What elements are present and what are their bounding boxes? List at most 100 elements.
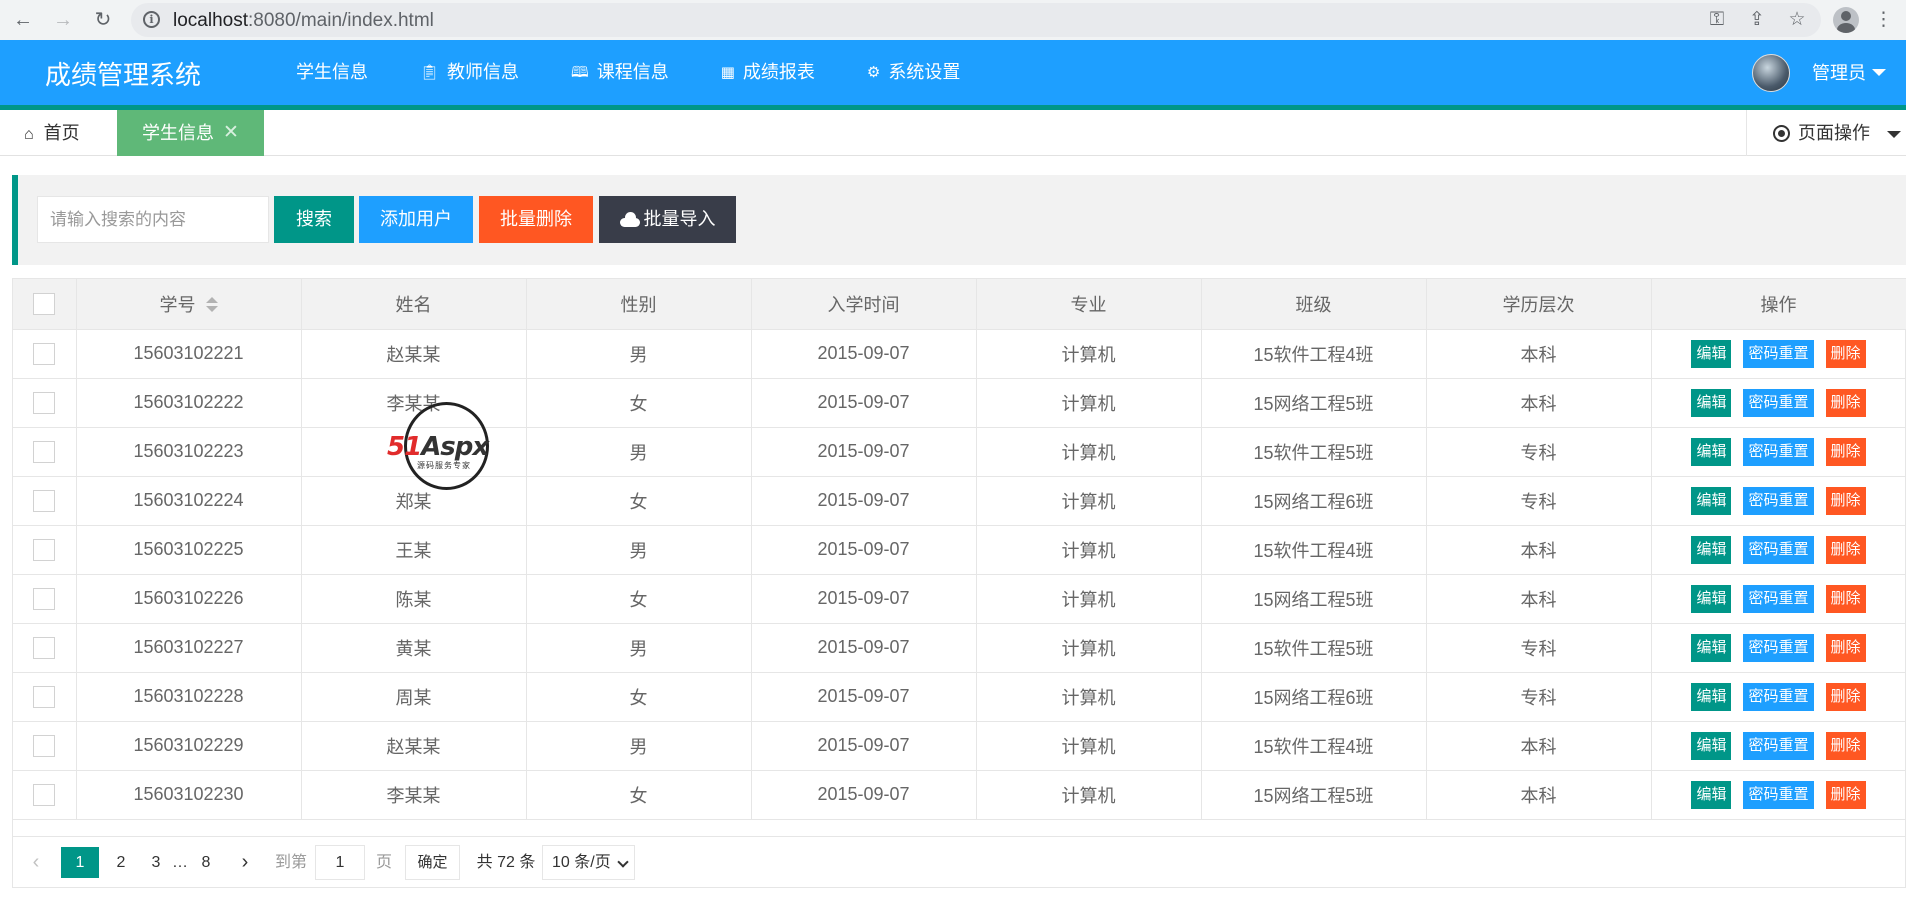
table-row: 15603102229 赵某某男 2015-09-07 计算机 15软件工程4班 本科 编辑… [13,721,1906,771]
cell-enroll-date: 2015-09-07 [751,476,977,526]
delete-button[interactable]: 删除 [1825,731,1866,760]
next-page-icon[interactable]: › [234,847,256,878]
cell-class-name: 15网络工程5班 [1201,770,1427,820]
cell-actions: 编辑 密码重置 删除 [1651,378,1906,428]
page-8[interactable]: 8 [193,847,219,878]
row-checkbox[interactable] [33,391,56,414]
delete-button[interactable]: 删除 [1825,682,1866,711]
page-1[interactable]: 1 [61,847,99,878]
cell-degree: 专科 [1426,476,1652,526]
page-unit-label: 页 [375,854,392,871]
edit-button[interactable]: 编辑 [1691,486,1732,515]
reset-password-button[interactable]: 密码重置 [1743,633,1814,662]
edit-button[interactable]: 编辑 [1691,535,1732,564]
sort-icon[interactable] [205,296,218,313]
prev-page-icon[interactable]: ‹ [26,847,46,878]
nav-course-info[interactable]: 🕮 课程信息 [545,40,695,105]
edit-button[interactable]: 编辑 [1691,633,1732,662]
nav-grade-report[interactable]: ▦ 成绩报表 [695,40,841,105]
row-checkbox[interactable] [33,636,56,659]
clipboard-icon: 📋︎ [420,64,440,81]
cell-student-name: 赵某某 [301,721,527,771]
forward-arrow-icon[interactable]: → [49,6,77,34]
radio-dot-icon [1773,125,1790,142]
batch-import-button[interactable]: 批量导入 [599,196,736,243]
page-3[interactable]: 3 [142,847,170,878]
cell-degree: 专科 [1426,672,1652,722]
tab-student-info[interactable]: 学生信息 ✕ [117,110,264,156]
reset-password-button[interactable]: 密码重置 [1743,339,1814,368]
reset-password-button[interactable]: 密码重置 [1743,584,1814,613]
add-user-button[interactable]: 添加用户 [359,196,473,243]
row-checkbox[interactable] [33,734,56,757]
info-icon[interactable]: i [143,11,160,28]
edit-button[interactable]: 编辑 [1691,731,1732,760]
delete-button[interactable]: 删除 [1825,535,1866,564]
page-size-select[interactable]: 10 条/页 [542,845,635,880]
profile-icon[interactable] [1833,7,1859,33]
back-arrow-icon[interactable]: ← [9,6,37,34]
app-header: 成绩管理系统 学生信息 📋︎ 教师信息 🕮 课程信息 ▦ 成绩报表 ⚙ 系统设置… [0,40,1906,110]
delete-button[interactable]: 删除 [1825,633,1866,662]
page-2[interactable]: 2 [107,847,135,878]
row-checkbox[interactable] [33,440,56,463]
tab-home[interactable]: ⌂ 首页 [0,110,118,156]
edit-button[interactable]: 编辑 [1691,339,1732,368]
row-checkbox[interactable] [33,538,56,561]
edit-button[interactable]: 编辑 [1691,388,1732,417]
key-icon[interactable]: ⚿ [1703,6,1731,34]
cell-class-name: 15网络工程6班 [1201,672,1427,722]
avatar[interactable] [1752,54,1790,92]
batch-delete-button[interactable]: 批量删除 [479,196,593,243]
edit-button[interactable]: 编辑 [1691,584,1732,613]
row-checkbox[interactable] [33,342,56,365]
cell-class-name: 15网络工程6班 [1201,476,1427,526]
edit-button[interactable]: 编辑 [1691,682,1732,711]
goto-page-input[interactable] [315,845,365,880]
delete-button[interactable]: 删除 [1825,339,1866,368]
nav-teacher-info[interactable]: 📋︎ 教师信息 [394,40,545,105]
address-bar[interactable]: i localhost:8080/main/index.html [131,3,1821,37]
select-all-checkbox[interactable] [33,292,56,315]
cell-student-name: 赵某某 [301,329,527,379]
cell-student-id: 15603102224 [76,476,302,526]
reset-password-button[interactable]: 密码重置 [1743,388,1814,417]
delete-button[interactable]: 删除 [1825,437,1866,466]
nav-student-info[interactable]: 学生信息 [270,40,394,110]
reset-password-button[interactable]: 密码重置 [1743,437,1814,466]
reset-password-button[interactable]: 密码重置 [1743,535,1814,564]
reset-password-button[interactable]: 密码重置 [1743,731,1814,760]
share-icon[interactable]: ⇪ [1743,6,1771,34]
edit-button[interactable]: 编辑 [1691,780,1732,809]
caret-down-icon[interactable] [1872,69,1886,76]
reset-password-button[interactable]: 密码重置 [1743,780,1814,809]
column-header-id[interactable]: 学号 [76,279,302,330]
delete-button[interactable]: 删除 [1825,486,1866,515]
reset-password-button[interactable]: 密码重置 [1743,682,1814,711]
page-operations-menu[interactable]: 页面操作 [1746,110,1906,156]
cell-major: 计算机 [976,329,1202,379]
cell-major: 计算机 [976,721,1202,771]
row-checkbox[interactable] [33,783,56,806]
delete-button[interactable]: 删除 [1825,584,1866,613]
row-checkbox[interactable] [33,489,56,512]
cell-class-name: 15网络工程5班 [1201,574,1427,624]
row-checkbox[interactable] [33,685,56,708]
reset-password-button[interactable]: 密码重置 [1743,486,1814,515]
star-icon[interactable]: ☆ [1783,6,1811,34]
search-input[interactable] [37,196,269,243]
reload-icon[interactable]: ↻ [89,6,117,34]
nav-system-settings[interactable]: ⚙ 系统设置 [841,40,986,105]
delete-button[interactable]: 删除 [1825,388,1866,417]
row-checkbox[interactable] [33,587,56,610]
table-icon: ▦ [720,64,735,81]
edit-button[interactable]: 编辑 [1691,437,1732,466]
delete-button[interactable]: 删除 [1825,780,1866,809]
more-menu-icon[interactable]: ⋮ [1874,6,1893,34]
close-icon[interactable]: ✕ [223,110,239,156]
user-menu[interactable]: 管理员 [1812,59,1866,85]
cell-major: 计算机 [976,525,1202,575]
cell-enroll-date: 2015-09-07 [751,427,977,477]
confirm-button[interactable]: 确定 [405,845,460,880]
search-button[interactable]: 搜索 [274,196,354,243]
